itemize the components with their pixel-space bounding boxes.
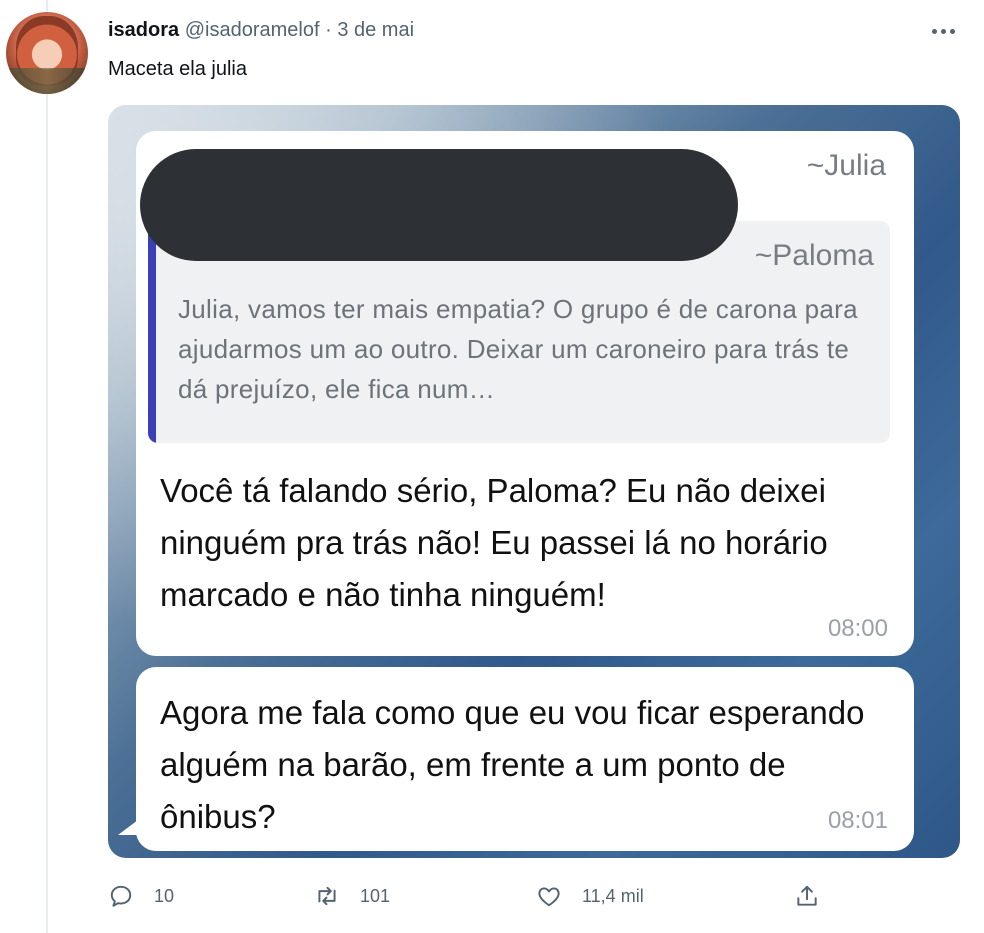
chat-bubble-julia: ~Julia ~Paloma Julia, vamos ter mais emp… — [136, 131, 914, 656]
avatar[interactable] — [6, 12, 88, 94]
tweet-header: isadora @isadoramelof · 3 de mai — [108, 17, 414, 43]
tweet-actions: 10 101 11,4 mil — [108, 876, 868, 916]
reply-count: 10 — [154, 885, 175, 906]
retweet-count: 101 — [360, 885, 391, 906]
share-button[interactable] — [794, 876, 820, 916]
share-icon — [797, 885, 817, 906]
tweet-date[interactable]: 3 de mai — [337, 19, 414, 41]
message-time: 08:00 — [827, 615, 888, 642]
retweet-icon — [318, 886, 336, 906]
like-button[interactable]: 11,4 mil — [536, 876, 644, 916]
retweet-button[interactable]: 101 — [314, 876, 390, 916]
reply-button[interactable]: 10 — [108, 876, 174, 916]
more-options-icon[interactable] — [926, 18, 960, 44]
like-icon — [538, 887, 560, 907]
message-text: Agora me fala como que eu vou ficar espe… — [160, 694, 865, 835]
message-time: 08:01 — [827, 807, 888, 834]
redaction-block — [140, 149, 738, 261]
handle[interactable]: @isadoramelof — [185, 19, 320, 41]
sender-name: ~Julia — [806, 149, 886, 182]
display-name[interactable]: isadora — [108, 19, 179, 41]
tweet-text: Maceta ela julia — [108, 58, 247, 80]
chat-bubble-julia-second: Agora me fala como que eu vou ficar espe… — [136, 667, 914, 851]
reply-icon — [110, 885, 132, 907]
tweet-image[interactable]: ~Julia ~Paloma Julia, vamos ter mais emp… — [108, 105, 960, 858]
quote-bar — [148, 221, 156, 443]
quoted-sender-name: ~Paloma — [754, 239, 874, 272]
thread-line — [46, 0, 48, 933]
like-count: 11,4 mil — [582, 885, 644, 906]
separator: · — [325, 19, 332, 41]
quoted-text: Julia, vamos ter mais empatia? O grupo é… — [178, 294, 858, 404]
message-text: Você tá falando sério, Paloma? Eu não de… — [160, 472, 828, 613]
avatar-background — [6, 68, 88, 94]
